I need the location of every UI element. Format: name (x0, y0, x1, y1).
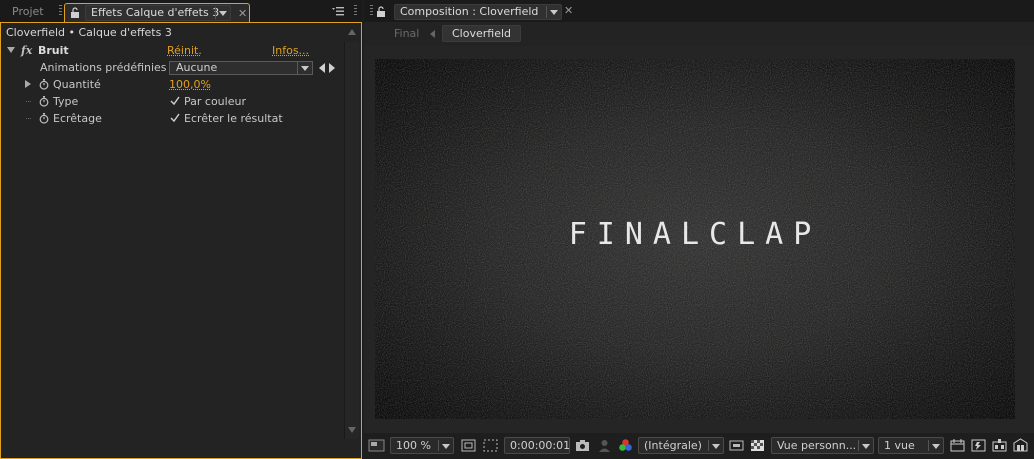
composition-tab-label: Composition : Cloverfield (400, 5, 539, 18)
expand-triangle-icon[interactable] (25, 80, 31, 88)
param-row-type: Type Par couleur (1, 93, 344, 110)
stopwatch-icon[interactable] (39, 113, 49, 124)
timecode-field[interactable]: 0:00:00:01 (504, 437, 570, 454)
tab-effects[interactable]: Effets Calque d'effets 3 ✕ (64, 3, 250, 22)
preset-label: Animations prédéfinies : (40, 61, 174, 74)
breadcrumb: Cloverfield • Calque d'effets 3 (6, 26, 172, 39)
checkbox-label: Ecrêter le résultat (184, 112, 283, 125)
chevron-down-icon[interactable] (858, 440, 871, 451)
viewer-area[interactable]: FINALCLAP (364, 46, 1034, 433)
view-value: Vue personn... (777, 439, 857, 452)
chevron-down-icon[interactable] (708, 440, 721, 451)
viewer-footer-toolbar: 100 % 0:00:00:01 (Intégrale) Vue personn… (364, 433, 1034, 459)
tree-line (26, 118, 31, 119)
param-label: Quantité (53, 78, 101, 91)
panel-menu-icon[interactable] (332, 7, 344, 16)
effects-tab-label: Effets Calque d'effets 3 (91, 6, 220, 19)
right-tab-bar: Composition : Cloverfield ✕ (364, 0, 1034, 22)
vertical-scrollbar[interactable] (344, 42, 359, 439)
close-icon[interactable]: ✕ (238, 5, 247, 23)
region-of-interest-icon[interactable] (482, 437, 499, 454)
chevron-down-icon[interactable] (297, 62, 310, 74)
checkbox-icon[interactable] (170, 96, 180, 106)
fx-icon[interactable]: fx (21, 42, 32, 59)
nav-current-comp[interactable]: Cloverfield (442, 25, 522, 42)
checkbox-icon[interactable] (170, 113, 180, 123)
checkbox-label: Par couleur (184, 95, 246, 108)
reset-link[interactable]: Réinit. (167, 42, 202, 59)
chevron-down-icon[interactable] (215, 7, 228, 19)
tab-project[interactable]: Projet (0, 3, 56, 22)
lock-icon[interactable] (376, 6, 386, 17)
effect-header-row[interactable]: fx Bruit Réinit. Infos... (1, 42, 344, 59)
flowchart-icon[interactable] (970, 437, 987, 454)
composition-flowchart-icon[interactable] (991, 437, 1008, 454)
nav-previous-comp[interactable]: Final (394, 27, 419, 40)
channel-icon[interactable] (617, 437, 634, 454)
effects-panel: Projet Effets Calque d'effets 3 ✕ Clover… (0, 0, 362, 459)
amount-value[interactable]: 100,0% (169, 76, 211, 93)
lock-icon[interactable] (70, 7, 80, 18)
grip-icon[interactable] (354, 5, 357, 17)
resolution-value: (Intégrale) (644, 439, 702, 452)
composition-navigator: Final Cloverfield (364, 22, 1034, 46)
fast-previews-icon[interactable] (728, 437, 745, 454)
tab-composition[interactable]: Composition : Cloverfield ✕ (368, 3, 574, 22)
effect-name: Bruit (38, 44, 69, 57)
chevron-down-icon[interactable] (928, 440, 941, 451)
preset-row: Animations prédéfinies : Aucune (1, 59, 344, 76)
grip-icon[interactable] (370, 5, 373, 17)
scroll-up-icon[interactable] (348, 29, 356, 35)
zoom-dropdown[interactable]: 100 % (390, 437, 454, 454)
timeline-icon[interactable] (949, 437, 966, 454)
zoom-value: 100 % (396, 439, 431, 452)
view-layout-value: 1 vue (884, 439, 915, 452)
view-layout-dropdown[interactable]: 1 vue (878, 437, 944, 454)
chevron-down-icon[interactable] (438, 440, 451, 451)
snapshot-icon[interactable] (574, 437, 591, 454)
stopwatch-icon[interactable] (39, 79, 49, 90)
chevron-down-icon[interactable] (546, 6, 559, 18)
composition-panel: Composition : Cloverfield ✕ Final Clover… (364, 0, 1034, 459)
preset-value: Aucune (176, 61, 218, 74)
about-link[interactable]: Infos... (272, 42, 309, 59)
param-label: Ecrêtage (53, 112, 102, 125)
param-row-amount: Quantité 100,0% (1, 76, 344, 93)
transparency-grid-icon[interactable] (749, 437, 766, 454)
always-preview-icon[interactable] (368, 437, 385, 454)
canvas-title-text: FINALCLAP (568, 217, 822, 252)
param-row-clipping: Ecrêtage Ecrêter le résultat (1, 110, 344, 127)
left-tab-bar: Projet Effets Calque d'effets 3 ✕ (0, 0, 362, 22)
view-dropdown[interactable]: Vue personn... (771, 437, 874, 454)
nav-arrow-icon[interactable] (430, 30, 435, 38)
exposure-icon[interactable] (1012, 437, 1029, 454)
close-icon[interactable]: ✕ (564, 4, 573, 17)
safe-zones-icon[interactable] (460, 437, 477, 454)
composition-canvas[interactable]: FINALCLAP (375, 59, 1015, 419)
param-label: Type (53, 95, 79, 108)
collapse-triangle-icon[interactable] (7, 47, 15, 53)
grip-icon[interactable] (59, 5, 62, 17)
next-preset-icon[interactable] (329, 63, 335, 73)
scroll-down-icon[interactable] (348, 427, 356, 433)
effects-tab-title[interactable]: Effets Calque d'effets 3 (85, 5, 231, 21)
preset-dropdown[interactable]: Aucune (169, 61, 313, 75)
stopwatch-icon[interactable] (39, 96, 49, 107)
composition-tab-title[interactable]: Composition : Cloverfield (394, 4, 562, 20)
resolution-dropdown[interactable]: (Intégrale) (638, 437, 724, 454)
previous-preset-icon[interactable] (319, 63, 325, 73)
tree-line (26, 101, 31, 102)
show-snapshot-icon[interactable] (596, 437, 613, 454)
